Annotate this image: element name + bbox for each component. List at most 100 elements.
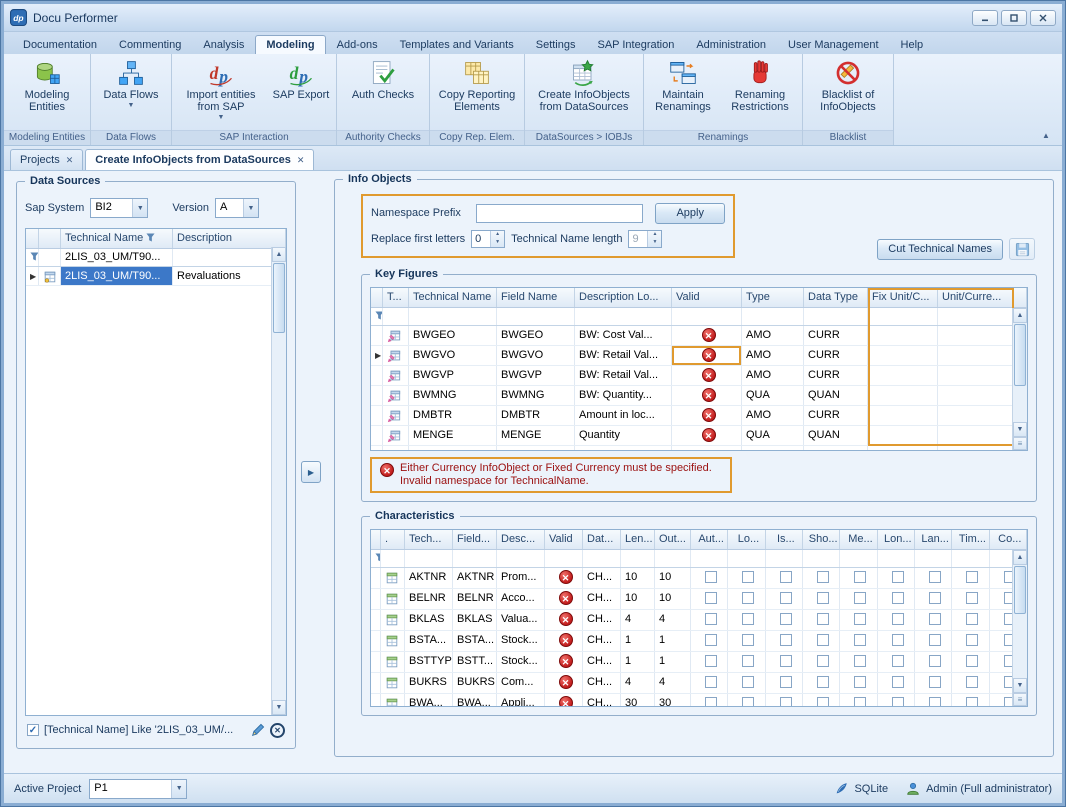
key-figure-row[interactable]: ▶ BWGVP BWGVP BW: Retail Val... ✕ AMO CU… <box>371 366 1027 386</box>
column-header[interactable]: Out... <box>655 530 691 549</box>
flag-checkbox[interactable] <box>780 697 792 707</box>
ribbon-tab[interactable]: Administration <box>685 35 777 54</box>
column-header[interactable]: Lan... <box>915 530 952 549</box>
ribbon-tab[interactable]: Help <box>890 35 935 54</box>
key-figure-row[interactable]: ▶ BWMNG BWMNG BW: Quantity... ✕ QUA QUAN <box>371 386 1027 406</box>
flag-checkbox[interactable] <box>705 634 717 646</box>
scroll-down-icon[interactable]: ▼ <box>272 700 286 715</box>
column-header[interactable]: Type <box>742 288 804 307</box>
flag-checkbox[interactable] <box>929 571 941 583</box>
data-flows-button[interactable]: Data Flows ▼ <box>94 56 168 130</box>
column-header[interactable]: Lo... <box>728 530 765 549</box>
flag-checkbox[interactable] <box>817 634 829 646</box>
transfer-right-button[interactable]: ▶ <box>301 461 321 483</box>
characteristic-row[interactable]: BWA... BWA... Appli... ✕ CH... 30 30 <box>371 694 1027 707</box>
clear-filter-icon[interactable]: ✕ <box>270 723 285 738</box>
description-filter-cell[interactable] <box>173 249 286 266</box>
flag-checkbox[interactable] <box>854 676 866 688</box>
vertical-scrollbar[interactable]: ▲ ▼ <box>271 247 286 715</box>
column-header[interactable]: Sho... <box>803 530 840 549</box>
technical-name-length-stepper[interactable]: 9 ▲▼ <box>628 230 662 248</box>
column-header[interactable]: Me... <box>840 530 877 549</box>
renaming-restrictions-button[interactable]: Renaming Restrictions <box>721 56 799 130</box>
ribbon-tab[interactable]: Documentation <box>12 35 108 54</box>
flag-checkbox[interactable] <box>966 571 978 583</box>
flag-checkbox[interactable] <box>780 634 792 646</box>
scroll-thumb[interactable] <box>1014 566 1026 614</box>
flag-checkbox[interactable] <box>705 613 717 625</box>
import-entities-button[interactable]: dp Import entities from SAP ▼ <box>175 56 267 130</box>
key-figure-row[interactable]: ▶ DMBTR DMBTR Amount in loc... ✕ AMO CUR… <box>371 406 1027 426</box>
blacklist-infoobjects-button[interactable]: Blacklist of InfoObjects <box>806 56 890 130</box>
flag-checkbox[interactable] <box>780 655 792 667</box>
flag-checkbox[interactable] <box>817 592 829 604</box>
column-header-description[interactable]: Description <box>173 229 286 248</box>
column-header[interactable]: . <box>381 530 405 549</box>
characteristic-row[interactable]: BKLAS BKLAS Valua... ✕ CH... 4 4 <box>371 610 1027 631</box>
flag-checkbox[interactable] <box>966 613 978 625</box>
flag-checkbox[interactable] <box>742 655 754 667</box>
apply-button[interactable]: Apply <box>655 203 725 224</box>
technical-name-filter-cell[interactable]: 2LIS_03_UM/T90... <box>61 249 173 266</box>
scroll-down-icon[interactable]: ▼ <box>1013 422 1027 437</box>
vertical-scrollbar[interactable]: ▲ ▼ ≡ <box>1012 550 1027 706</box>
flag-checkbox[interactable] <box>854 613 866 625</box>
flag-checkbox[interactable] <box>817 676 829 688</box>
characteristic-row[interactable]: BELNR BELNR Acco... ✕ CH... 10 10 <box>371 589 1027 610</box>
flag-checkbox[interactable] <box>780 676 792 688</box>
flag-checkbox[interactable] <box>705 592 717 604</box>
flag-checkbox[interactable] <box>929 634 941 646</box>
spin-down-icon[interactable]: ▼ <box>491 239 504 247</box>
flag-checkbox[interactable] <box>817 655 829 667</box>
characteristic-row[interactable]: AKTNR AKTNR Prom... ✕ CH... 10 10 <box>371 568 1027 589</box>
scroll-up-icon[interactable]: ▲ <box>1013 308 1027 323</box>
flag-checkbox[interactable] <box>892 676 904 688</box>
flag-checkbox[interactable] <box>892 655 904 667</box>
column-header[interactable]: Valid <box>672 288 742 307</box>
ribbon-tab[interactable]: Templates and Variants <box>389 35 525 54</box>
flag-checkbox[interactable] <box>854 571 866 583</box>
flag-checkbox[interactable] <box>966 634 978 646</box>
flag-checkbox[interactable] <box>929 676 941 688</box>
key-figure-row[interactable]: ▶ ✕ <box>371 446 1027 451</box>
flag-checkbox[interactable] <box>705 571 717 583</box>
scroll-up-icon[interactable]: ▲ <box>1013 550 1027 565</box>
scroll-grip[interactable]: ≡ <box>1013 437 1027 450</box>
spin-up-icon[interactable]: ▲ <box>491 231 504 239</box>
flag-checkbox[interactable] <box>929 697 941 707</box>
copy-reporting-elements-button[interactable]: Copy Reporting Elements <box>433 56 521 130</box>
flag-checkbox[interactable] <box>966 676 978 688</box>
create-infoobjects-button[interactable]: Create InfoObjects from DataSources <box>528 56 640 130</box>
flag-checkbox[interactable] <box>742 676 754 688</box>
ribbon-tab[interactable]: SAP Integration <box>586 35 685 54</box>
maintain-renamings-button[interactable]: Maintain Renamings <box>647 56 719 130</box>
save-button[interactable] <box>1009 238 1035 260</box>
vertical-scrollbar[interactable]: ▲ ▼ ≡ <box>1012 308 1027 450</box>
flag-checkbox[interactable] <box>966 592 978 604</box>
flag-checkbox[interactable] <box>742 613 754 625</box>
flag-checkbox[interactable] <box>966 655 978 667</box>
ribbon-tab[interactable]: Commenting <box>108 35 192 54</box>
chevron-down-icon[interactable]: ▼ <box>171 780 186 798</box>
flag-checkbox[interactable] <box>742 634 754 646</box>
flag-checkbox[interactable] <box>892 613 904 625</box>
flag-checkbox[interactable] <box>742 571 754 583</box>
scroll-grip[interactable]: ≡ <box>1013 693 1027 706</box>
document-tab[interactable]: Projects ✕ <box>10 149 83 170</box>
ribbon-tab[interactable]: Modeling <box>255 35 325 54</box>
flag-checkbox[interactable] <box>780 613 792 625</box>
column-header[interactable]: Aut... <box>691 530 728 549</box>
column-header[interactable]: Lon... <box>878 530 915 549</box>
column-header[interactable]: Tim... <box>952 530 989 549</box>
flag-checkbox[interactable] <box>929 592 941 604</box>
chevron-down-icon[interactable]: ▼ <box>132 199 147 217</box>
flag-checkbox[interactable] <box>929 655 941 667</box>
tab-close-icon[interactable]: ✕ <box>66 155 74 166</box>
key-figure-row[interactable]: ▶ BWGVO BWGVO BW: Retail Val... ✕ AMO CU… <box>371 346 1027 366</box>
column-header[interactable]: Valid <box>545 530 583 549</box>
spin-up-icon[interactable]: ▲ <box>648 231 661 239</box>
column-header-technical-name[interactable]: Technical Name <box>61 229 173 248</box>
ribbon-tab[interactable]: User Management <box>777 35 890 54</box>
edit-filter-icon[interactable] <box>251 723 265 737</box>
column-header[interactable]: Unit/Curre... <box>938 288 1027 307</box>
